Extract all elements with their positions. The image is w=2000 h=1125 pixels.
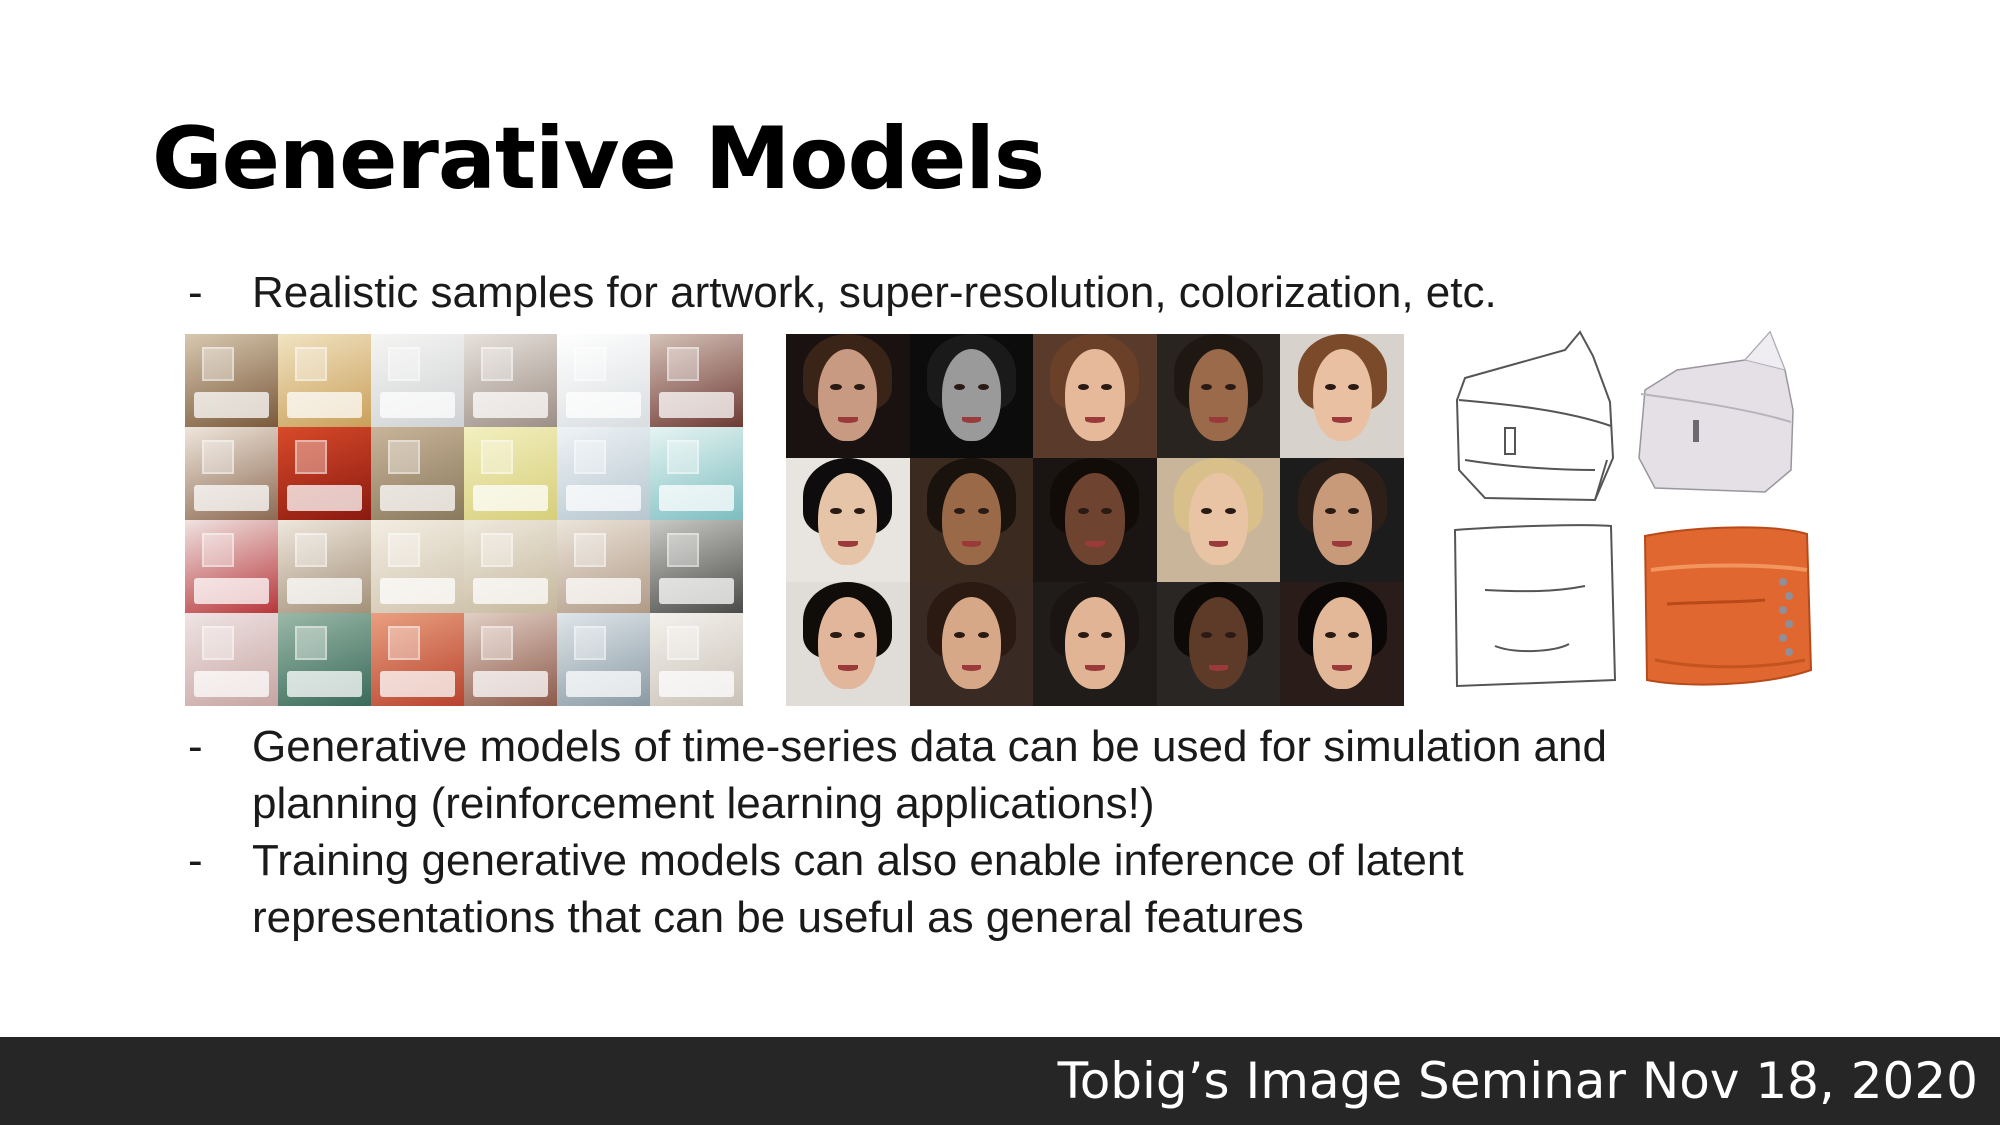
bullet-text: Training generative models can also enab…: [252, 832, 1748, 946]
bullet-item: - Generative models of time-series data …: [188, 718, 1748, 832]
bedroom-sample-image: [557, 427, 650, 520]
slide-title: Generative Models: [152, 109, 1045, 209]
bedroom-sample-image: [557, 613, 650, 706]
bedroom-sample-image: [650, 613, 743, 706]
bedroom-sample-image: [278, 427, 371, 520]
bedroom-sample-image: [557, 520, 650, 613]
face-sample-image: [1156, 582, 1281, 706]
face-sample-image: [1280, 334, 1404, 458]
bullet-dash: -: [188, 836, 203, 885]
handbag-photo-bottom: [1643, 526, 1813, 686]
face-sample-image: [909, 458, 1034, 582]
bullet-text: Realistic samples for artwork, super-res…: [252, 264, 1748, 321]
bullet-dash: -: [188, 268, 203, 317]
face-sample-image: [1033, 334, 1157, 458]
bullet-line: Realistic samples for artwork, super-res…: [252, 268, 1497, 317]
bedroom-sample-image: [650, 334, 743, 427]
bedroom-samples-grid: [185, 334, 743, 706]
slide: Generative Models - Realistic samples fo…: [0, 0, 2000, 1125]
bedroom-sample-image: [278, 520, 371, 613]
face-sample-image: [1033, 458, 1157, 582]
bullet-dash: -: [188, 722, 203, 771]
handbag-illustration: [1453, 330, 1813, 688]
face-sample-image: [1280, 582, 1404, 706]
bullet-line: Generative models of time-series data ca…: [252, 722, 1607, 771]
face-sample-image: [786, 334, 910, 458]
footer-bar: Tobig’s Image Seminar Nov 18, 2020: [0, 1037, 2000, 1125]
bedroom-sample-image: [371, 427, 464, 520]
face-sample-image: [1280, 458, 1404, 582]
face-sample-image: [909, 582, 1034, 706]
face-sample-image: [786, 458, 910, 582]
face-sample-image: [1156, 334, 1281, 458]
bullet-line: Training generative models can also enab…: [252, 836, 1464, 885]
bedroom-sample-image: [371, 520, 464, 613]
handbag-sketch-top: [1455, 330, 1615, 502]
bullet-item: - Training generative models can also en…: [188, 832, 1748, 946]
face-samples-grid: [786, 334, 1404, 706]
face-sample-image: [1033, 582, 1157, 706]
bedroom-sample-image: [371, 334, 464, 427]
bedroom-sample-image: [650, 427, 743, 520]
handbag-photo-top: [1638, 330, 1794, 493]
handbag-samples: [1445, 330, 1825, 692]
bullet-line: planning (reinforcement learning applica…: [252, 779, 1155, 828]
bullet-item: - Realistic samples for artwork, super-r…: [188, 264, 1748, 321]
bedroom-sample-image: [464, 520, 557, 613]
face-sample-image: [909, 334, 1034, 458]
bedroom-sample-image: [650, 520, 743, 613]
bedroom-sample-image: [185, 427, 278, 520]
bedroom-sample-image: [557, 334, 650, 427]
face-sample-image: [786, 582, 910, 706]
bedroom-sample-image: [464, 613, 557, 706]
bedroom-sample-image: [185, 613, 278, 706]
handbag-sketch-bottom: [1453, 524, 1617, 688]
bullet-text: Generative models of time-series data ca…: [252, 718, 1748, 832]
bedroom-sample-image: [464, 427, 557, 520]
bedroom-sample-image: [464, 334, 557, 427]
footer-text: Tobig’s Image Seminar Nov 18, 2020: [1057, 1052, 1978, 1110]
bullet-line: representations that can be useful as ge…: [252, 893, 1304, 942]
bedroom-sample-image: [278, 334, 371, 427]
bedroom-sample-image: [371, 613, 464, 706]
face-sample-image: [1156, 458, 1281, 582]
bedroom-sample-image: [185, 520, 278, 613]
bedroom-sample-image: [278, 613, 371, 706]
bedroom-sample-image: [185, 334, 278, 427]
